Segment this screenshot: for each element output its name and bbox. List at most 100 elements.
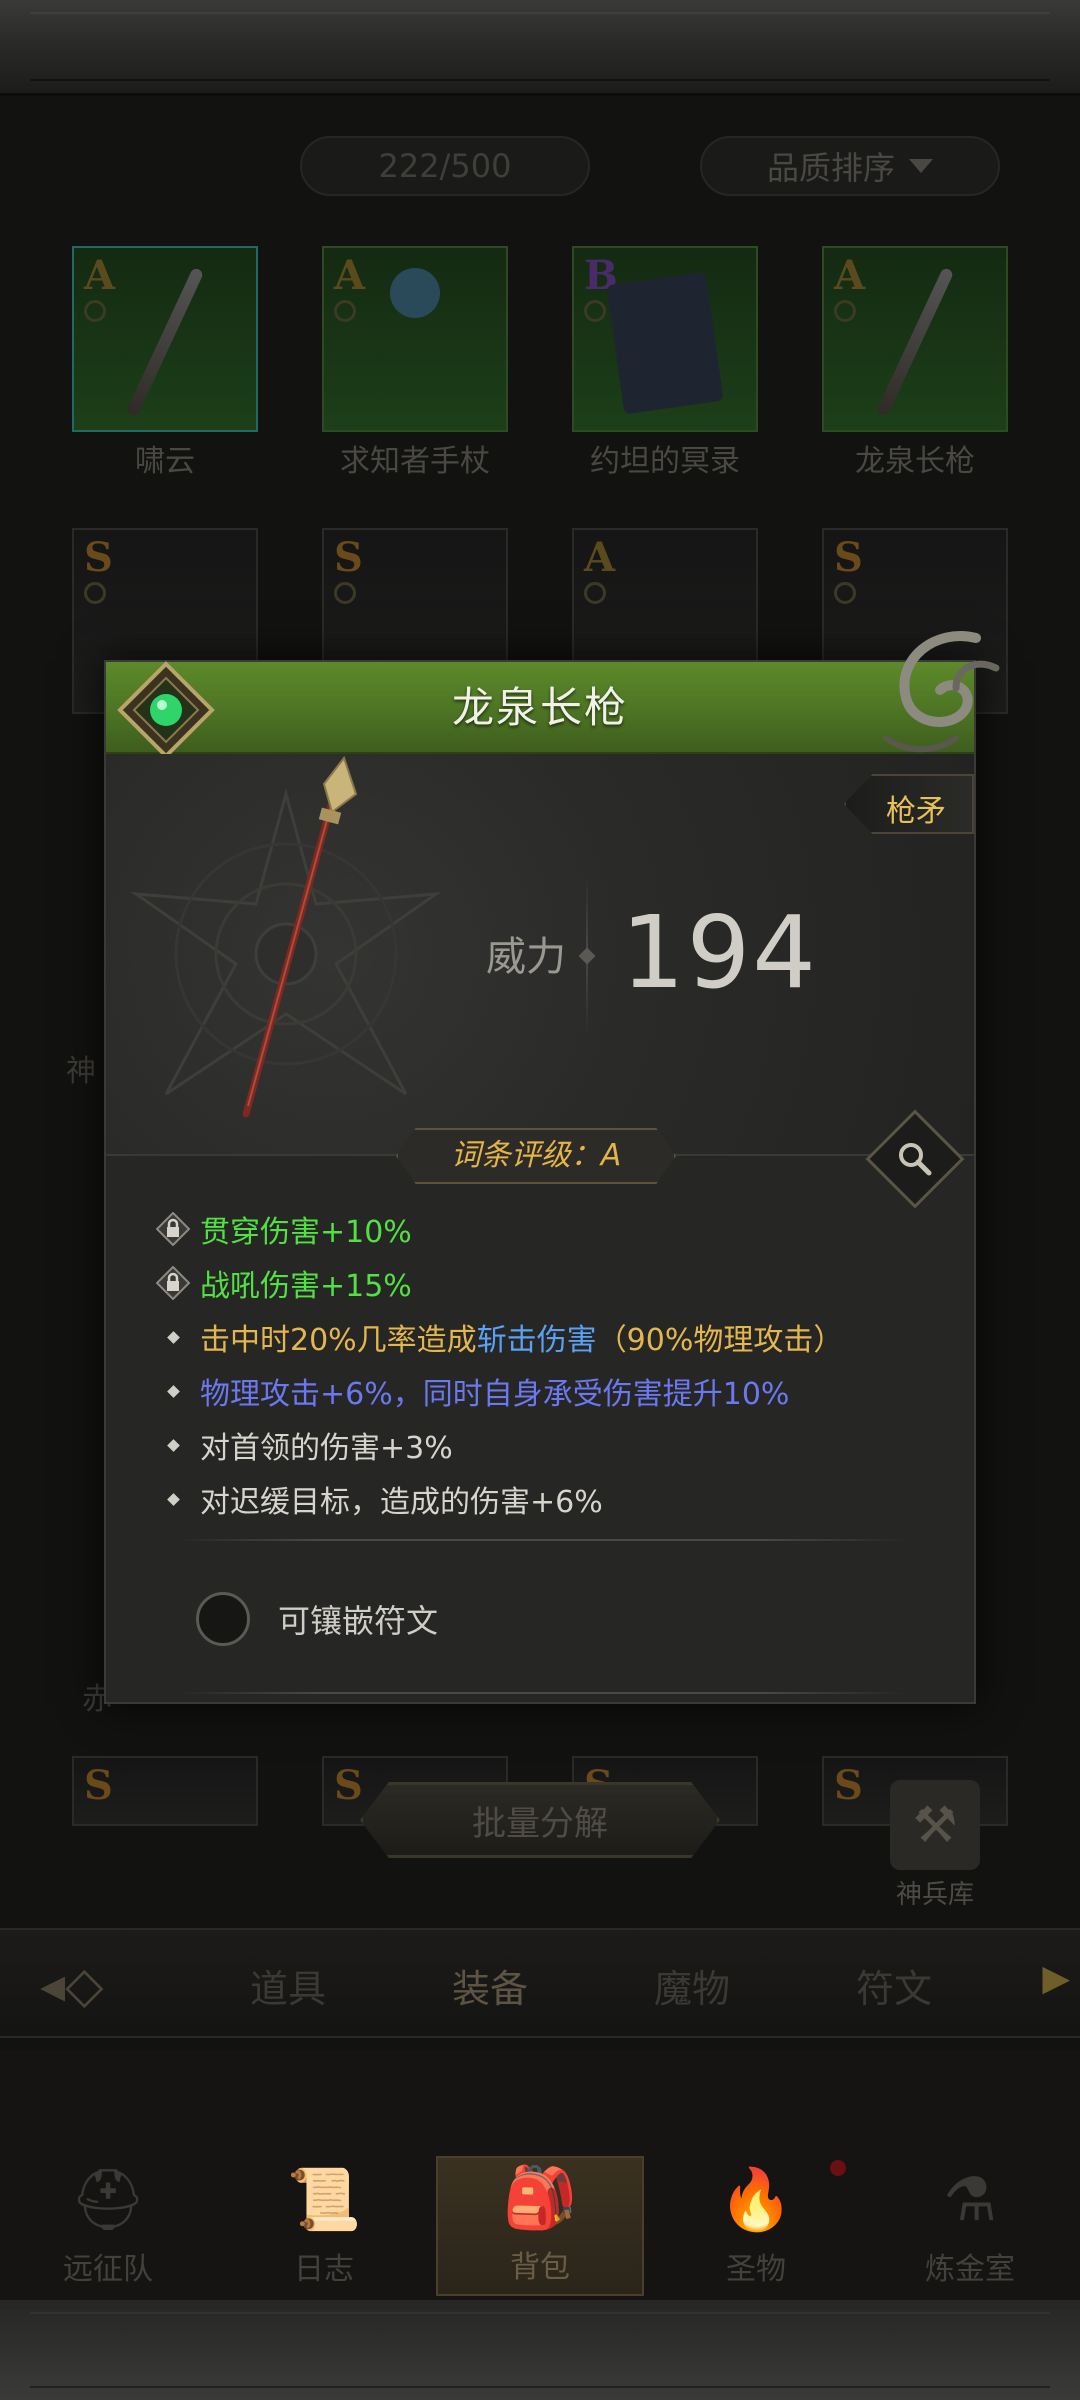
affix-text: 贯穿伤害+10% — [200, 1207, 412, 1251]
nav-label: 炼金室 — [925, 2252, 1015, 2287]
rune-socket[interactable]: 可镶嵌符文 — [196, 1592, 438, 1646]
rune-socket-label: 可镶嵌符文 — [278, 1602, 439, 1640]
slot-dot-icon — [584, 300, 606, 322]
affix-text-part: 对迟缓目标，造成的伤害+6% — [200, 1485, 603, 1520]
sort-dropdown[interactable]: 品质排序 — [700, 136, 1000, 196]
affix-text-part: 斩击伤害 — [476, 1323, 597, 1358]
grade-badge: S — [334, 534, 363, 581]
tab-equipment[interactable]: 装备 — [452, 1958, 528, 2013]
affix-text-part: （90%物理攻击） — [596, 1323, 844, 1358]
next-arrow-icon[interactable]: ▶ — [1042, 1958, 1070, 1999]
affix-text-part: 物理攻击+6%，同时自身承受伤害提升10% — [200, 1377, 790, 1412]
grade-badge: A — [834, 252, 866, 299]
inventory-card[interactable]: B — [572, 246, 758, 432]
nav-journal[interactable]: 📜 日志 — [234, 2160, 414, 2300]
affix-text: 击中时20%几率造成斩击伤害（90%物理攻击） — [200, 1315, 843, 1359]
affix-row: 对迟缓目标，造成的伤害+6% — [146, 1472, 956, 1526]
magnifier-icon — [899, 1143, 932, 1176]
bullet-diamond-icon — [146, 1330, 200, 1344]
affix-text: 对首领的伤害+3% — [200, 1423, 453, 1467]
affix-row: 贯穿伤害+10% — [146, 1202, 956, 1256]
affix-text: 战吼伤害+15% — [200, 1261, 412, 1305]
nav-relics[interactable]: 🔥 圣物 — [666, 2160, 846, 2300]
staff-icon — [390, 268, 440, 318]
nav-label: 圣物 — [726, 2252, 786, 2287]
slot-dot-icon — [84, 582, 106, 604]
nav-backpack[interactable]: 🎒 背包 — [436, 2156, 644, 2296]
lock-icon — [146, 1266, 200, 1300]
nav-label: 日志 — [294, 2252, 354, 2287]
section-divider — [176, 1692, 906, 1694]
tab-monsters[interactable]: 魔物 — [654, 1958, 730, 2013]
chevron-down-icon — [909, 159, 933, 173]
affix-row: 战吼伤害+15% — [146, 1256, 956, 1310]
tome-icon — [606, 271, 724, 415]
nav-alchemy[interactable]: ⚗ 炼金室 — [880, 2160, 1060, 2300]
separator-diamond-icon — [578, 947, 596, 965]
bottom-frame — [0, 2300, 1080, 2400]
category-tab-bar: ◂◇ 道具 装备 魔物 符文 ▶ — [0, 1928, 1080, 2038]
bulk-decompose-button[interactable]: 批量分解 — [360, 1782, 720, 1858]
tab-items[interactable]: 道具 — [250, 1958, 326, 2013]
affix-text: 对迟缓目标，造成的伤害+6% — [200, 1477, 603, 1521]
armory-button[interactable]: ⚒ 神兵库 — [880, 1780, 990, 1911]
affix-row: 对首领的伤害+3% — [146, 1418, 956, 1472]
armory-icon: ⚒ — [890, 1780, 980, 1870]
empty-socket-icon — [196, 1592, 250, 1646]
affix-rating-badge: 词条评级：A — [396, 1128, 676, 1184]
grade-badge: S — [84, 1762, 113, 1809]
slot-dot-icon — [584, 582, 606, 604]
grade-badge: A — [84, 252, 116, 299]
grade-badge: S — [334, 1762, 363, 1809]
affix-text-part: 战吼伤害+15% — [200, 1269, 412, 1304]
grade-badge: S — [84, 534, 113, 581]
affix-text-part: 贯穿伤害+10% — [200, 1215, 412, 1250]
back-arrow-icon[interactable]: ◂◇ — [40, 1950, 180, 2020]
weapon-type-tag: 枪矛 — [844, 774, 974, 834]
nav-expedition[interactable]: ⛑ 远征队 — [18, 2160, 198, 2300]
tab-runes[interactable]: 符文 — [856, 1958, 932, 2013]
affix-list: 贯穿伤害+10% 战吼伤害+15% 击中时20%几率造成斩击伤害（90%物理攻击） 物… — [146, 1202, 956, 1526]
affix-text-part: 对首领的伤害+3% — [200, 1431, 453, 1466]
alchemy-icon: ⚗ — [943, 2165, 997, 2235]
grade-badge: A — [584, 534, 616, 581]
item-name: 求知者手杖 — [340, 444, 490, 479]
affix-text: 物理攻击+6%，同时自身承受伤害提升10% — [200, 1369, 789, 1413]
nav-label: 远征队 — [63, 2252, 153, 2287]
gem-emblem-icon — [117, 661, 215, 759]
bullet-diamond-icon — [146, 1438, 200, 1452]
slot-dot-icon — [334, 300, 356, 322]
item-art-panel: 枪矛 威力 194 — [106, 754, 974, 1154]
slot-dot-icon — [834, 582, 856, 604]
rarity-swirl-icon — [883, 631, 1000, 753]
spear-icon — [875, 266, 955, 418]
item-detail-modal: 龙泉长枪 枪矛 威力 194 词条评级：A 贯穿伤害+10% 战吼伤害+15% … — [104, 631, 1000, 1704]
slot-dot-icon — [84, 300, 106, 322]
item-title: 龙泉长枪 — [451, 683, 628, 732]
power-label: 威力 — [486, 934, 566, 980]
bullet-diamond-icon — [146, 1492, 200, 1506]
inventory-count: 222/500 — [300, 136, 590, 196]
power-value: 194 — [621, 894, 818, 1011]
item-name: 约坦的冥录 — [590, 444, 740, 479]
inventory-card[interactable]: A — [822, 246, 1008, 432]
lock-icon — [146, 1212, 200, 1246]
backpack-icon: 🎒 — [502, 2163, 578, 2233]
inventory-card[interactable]: A — [72, 246, 258, 432]
scroll-icon: 📜 — [286, 2165, 362, 2235]
item-name-fragment: 神 — [66, 1054, 96, 1089]
affix-row: 击中时20%几率造成斩击伤害（90%物理攻击） — [146, 1310, 956, 1364]
item-name: 龙泉长枪 — [855, 444, 975, 479]
grade-badge: S — [834, 1762, 863, 1809]
inventory-card[interactable]: S — [72, 1756, 258, 1826]
slot-dot-icon — [834, 300, 856, 322]
nav-label: 背包 — [510, 2250, 570, 2285]
bullet-diamond-icon — [146, 1384, 200, 1398]
main-nav: ⛑ 远征队 📜 日志 🎒 背包 🔥 圣物 ⚗ 炼金室 — [0, 2050, 1080, 2300]
top-frame — [0, 0, 1080, 96]
sword-icon — [125, 266, 205, 418]
weapon-type-label: 枪矛 — [886, 794, 946, 829]
slot-dot-icon — [334, 582, 356, 604]
inventory-card[interactable]: A — [322, 246, 508, 432]
sort-label: 品质排序 — [766, 149, 895, 187]
